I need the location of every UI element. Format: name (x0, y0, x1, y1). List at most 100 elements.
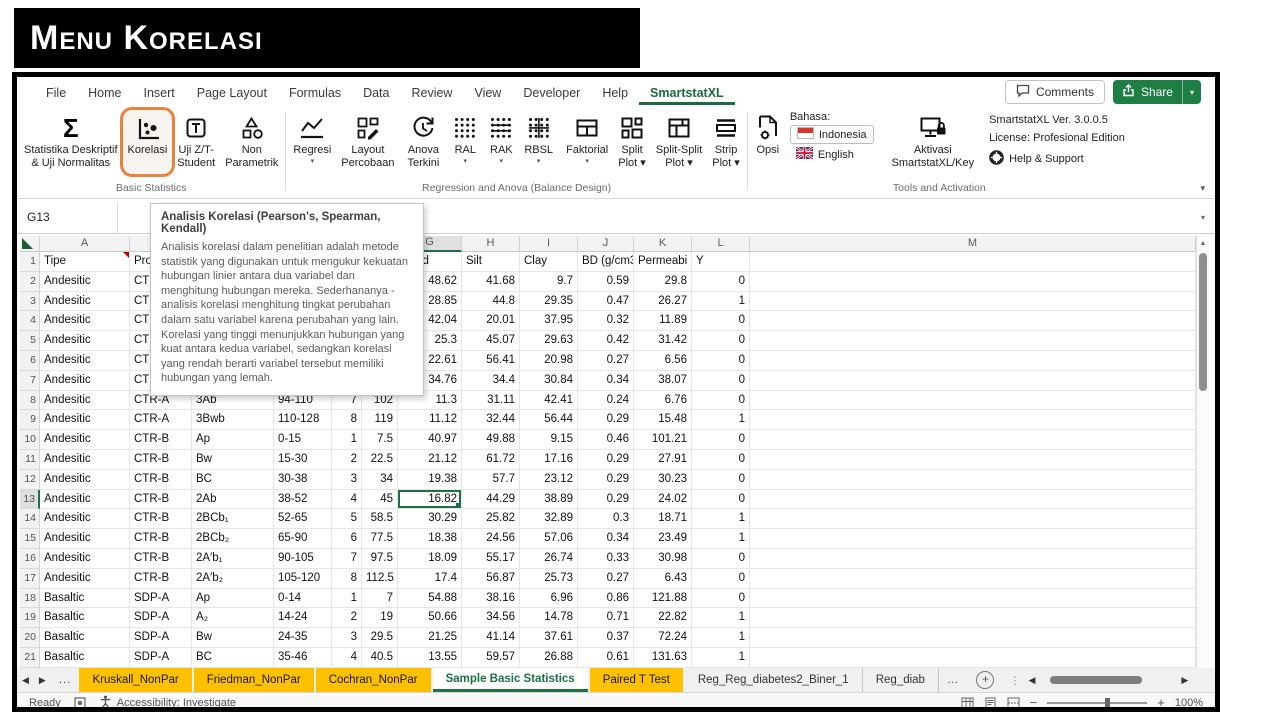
cell-K1[interactable]: Permeabi (634, 252, 692, 272)
ribbon-tab-insert[interactable]: Insert (133, 79, 186, 105)
cell-L9[interactable]: 1 (692, 410, 750, 431)
cell-F17[interactable]: 112.5 (362, 568, 398, 589)
cell-M15[interactable] (750, 529, 1196, 549)
cell-C13[interactable]: 2Ab (192, 489, 274, 510)
cell-D17[interactable]: 105-120 (274, 568, 332, 589)
ribbon-tab-file[interactable]: File (35, 79, 77, 105)
language-option-english[interactable]: English (790, 145, 874, 163)
sheet-overflow-ellipsis[interactable]: ... (51, 668, 80, 692)
cell-F12[interactable]: 34 (362, 469, 398, 490)
cell-J5[interactable]: 0.42 (578, 331, 634, 351)
cell-E20[interactable]: 3 (332, 628, 362, 648)
cell-A10[interactable]: Andesitic (40, 430, 130, 450)
cell-A2[interactable]: Andesitic (40, 271, 130, 292)
cell-A6[interactable]: Andesitic (40, 350, 130, 371)
cell-B11[interactable]: CTR-B (130, 449, 192, 470)
select-all-corner[interactable] (20, 236, 40, 252)
cell-K12[interactable]: 30.23 (634, 469, 692, 490)
cell-M3[interactable] (750, 291, 1196, 312)
cell-K2[interactable]: 29.8 (634, 271, 692, 292)
cell-I17[interactable]: 25.73 (520, 568, 578, 589)
cell-C17[interactable]: 2A′b₂ (192, 568, 274, 589)
cell-B16[interactable]: CTR-B (130, 548, 192, 569)
sheet-tab-reg-reg-diabetes2-biner-1[interactable]: Reg_Reg_diabetes2_Biner_1 (685, 668, 863, 692)
cell-L4[interactable]: 0 (692, 311, 750, 332)
cell-L6[interactable]: 0 (692, 350, 750, 371)
cell-F18[interactable]: 7 (362, 588, 398, 609)
cell-F15[interactable]: 77.5 (362, 529, 398, 549)
cell-M16[interactable] (750, 548, 1196, 569)
cell-H7[interactable]: 34.4 (462, 370, 520, 391)
cell-J12[interactable]: 0.29 (578, 469, 634, 490)
cell-B13[interactable]: CTR-B (130, 489, 192, 510)
rbsl-button[interactable]: RBSL ▾ (519, 110, 558, 174)
cell-J4[interactable]: 0.32 (578, 311, 634, 332)
row-header-1[interactable]: 1 (20, 252, 40, 272)
row-header-3[interactable]: 3 (20, 291, 40, 312)
cell-E17[interactable]: 8 (332, 568, 362, 589)
cell-B9[interactable]: CTR-A (130, 410, 192, 431)
cell-K10[interactable]: 101.21 (634, 430, 692, 450)
sheet-nav-right-icon[interactable]: ▶ (34, 668, 51, 692)
row-header-7[interactable]: 7 (20, 370, 40, 391)
hscroll-track[interactable] (1042, 676, 1174, 684)
cell-H13[interactable]: 44.29 (462, 489, 520, 510)
add-sheet-button[interactable]: + (976, 671, 995, 689)
cell-D16[interactable]: 90-105 (274, 548, 332, 569)
rak-button[interactable]: RAK ▾ (483, 110, 519, 174)
korelasi-button[interactable]: Korelasi (122, 110, 173, 174)
language-option-indonesia[interactable]: Indonesia (789, 125, 874, 144)
cell-L1[interactable]: Y (692, 252, 750, 272)
cell-H17[interactable]: 56.87 (462, 568, 520, 589)
cell-I3[interactable]: 29.35 (520, 291, 578, 312)
cell-K5[interactable]: 31.42 (634, 331, 692, 351)
cell-D15[interactable]: 65-90 (274, 529, 332, 549)
cell-D21[interactable]: 35-46 (274, 647, 332, 668)
cell-J11[interactable]: 0.29 (578, 449, 634, 470)
cell-L21[interactable]: 1 (692, 647, 750, 668)
cell-G10[interactable]: 40.97 (398, 430, 462, 450)
cell-E14[interactable]: 5 (332, 509, 362, 530)
ribbon-tab-review[interactable]: Review (400, 79, 463, 105)
cell-I16[interactable]: 26.74 (520, 548, 578, 569)
cell-G18[interactable]: 54.88 (398, 588, 462, 609)
cell-K20[interactable]: 72.24 (634, 628, 692, 648)
aktivasi-button[interactable]: Aktivasi SmartstatXL/Key (887, 110, 980, 174)
cell-J21[interactable]: 0.61 (578, 647, 634, 668)
cell-E15[interactable]: 6 (332, 529, 362, 549)
name-box[interactable]: G13 (17, 201, 118, 233)
row-header-12[interactable]: 12 (20, 469, 40, 490)
cell-J17[interactable]: 0.27 (578, 568, 634, 589)
cell-I12[interactable]: 23.12 (520, 469, 578, 490)
cell-M17[interactable] (750, 568, 1196, 589)
cell-C11[interactable]: Bw (192, 449, 274, 470)
sheet-nav-left-icon[interactable]: ◀ (17, 668, 34, 692)
share-button[interactable]: Share ▾ (1112, 80, 1201, 104)
cell-A7[interactable]: Andesitic (40, 370, 130, 391)
cell-I18[interactable]: 6.96 (520, 588, 578, 609)
cell-K15[interactable]: 23.49 (634, 529, 692, 549)
cell-G9[interactable]: 11.12 (398, 410, 462, 431)
cell-J15[interactable]: 0.34 (578, 529, 634, 549)
cell-C21[interactable]: BC (192, 647, 274, 668)
cell-A18[interactable]: Basaltic (40, 588, 130, 609)
cell-D19[interactable]: 14-24 (274, 608, 332, 629)
row-header-20[interactable]: 20 (20, 628, 40, 648)
col-header-A[interactable]: A (40, 236, 130, 252)
cell-L20[interactable]: 1 (692, 628, 750, 648)
cell-A3[interactable]: Andesitic (40, 291, 130, 312)
row-header-18[interactable]: 18 (20, 588, 40, 609)
cell-I6[interactable]: 20.98 (520, 350, 578, 371)
cell-G16[interactable]: 18.09 (398, 548, 462, 569)
cell-F10[interactable]: 7.5 (362, 430, 398, 450)
cell-G19[interactable]: 50.66 (398, 608, 462, 629)
cell-L5[interactable]: 0 (692, 331, 750, 351)
cell-L2[interactable]: 0 (692, 271, 750, 292)
cell-H15[interactable]: 24.56 (462, 529, 520, 549)
zoom-in-button[interactable]: + (1157, 695, 1165, 707)
col-header-M[interactable]: M (750, 236, 1196, 252)
row-header-11[interactable]: 11 (20, 449, 40, 470)
statistika-deskriptif-button[interactable]: Σ Statistika Deskriptif & Uji Normalitas (19, 110, 123, 174)
ribbon-tab-smartstatxl[interactable]: SmartstatXL (639, 79, 735, 105)
ribbon-tab-view[interactable]: View (463, 79, 512, 105)
